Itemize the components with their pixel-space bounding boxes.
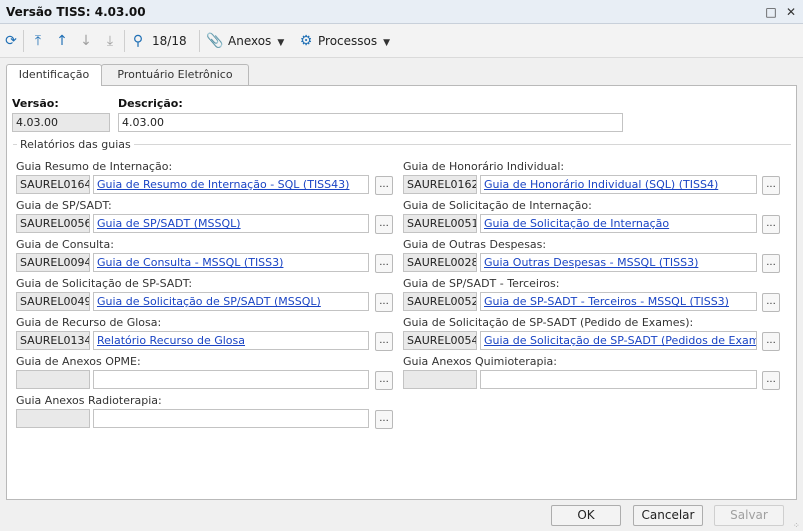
last-record-icon: ⤓: [106, 33, 114, 49]
lookup-button[interactable]: ...: [375, 215, 393, 234]
guide-code-field[interactable]: SAUREL0051: [403, 214, 477, 233]
version-label: Versão:: [12, 97, 59, 110]
guide-report-link[interactable]: Guia de Honorário Individual (SQL) (TISS…: [480, 175, 757, 194]
previous-record-icon[interactable]: ↑: [53, 30, 71, 52]
guide-report-link[interactable]: Guia de Solicitação de SP-SADT (Pedidos …: [480, 331, 757, 350]
lookup-button[interactable]: ...: [762, 371, 780, 390]
guide-label: Guia Anexos Radioterapia:: [16, 394, 162, 407]
guide-report-link[interactable]: [93, 370, 369, 389]
guide-code-field[interactable]: SAUREL0164: [16, 175, 90, 194]
tab-prontuario-eletronico[interactable]: Prontuário Eletrônico: [101, 64, 249, 85]
guide-code-field[interactable]: SAUREL0049: [16, 292, 90, 311]
identification-panel: Versão: 4.03.00 Descrição: 4.03.00 Relat…: [6, 85, 797, 500]
guide-code-field[interactable]: SAUREL0162: [403, 175, 477, 194]
guide-code-field[interactable]: SAUREL0028: [403, 253, 477, 272]
record-position: 18/18: [152, 34, 187, 48]
attachments-label: Anexos: [228, 34, 272, 48]
guide-label: Guia de SP/SADT - Terceiros:: [403, 277, 560, 290]
lookup-button[interactable]: ...: [762, 332, 780, 351]
close-icon[interactable]: ✕: [782, 3, 800, 21]
toolbar-separator: [23, 30, 24, 52]
lookup-button[interactable]: ...: [762, 215, 780, 234]
maximize-icon[interactable]: □: [762, 3, 780, 21]
guide-report-link[interactable]: [93, 409, 369, 428]
description-label: Descrição:: [118, 97, 183, 110]
gear-icon[interactable]: ⚙: [298, 30, 314, 52]
processes-label: Processos: [318, 34, 378, 48]
toolbar-separator: [199, 30, 200, 52]
lookup-button[interactable]: ...: [375, 176, 393, 195]
guide-report-link[interactable]: Guia de SP/SADT (MSSQL): [93, 214, 369, 233]
first-record-icon[interactable]: ⤒: [29, 30, 47, 52]
next-record-icon: ↓: [80, 33, 92, 49]
guide-code-field[interactable]: SAUREL0054: [403, 331, 477, 350]
version-field[interactable]: 4.03.00: [12, 113, 110, 132]
guide-report-link[interactable]: Guia de Solicitação de SP/SADT (MSSQL): [93, 292, 369, 311]
guide-code-field[interactable]: SAUREL0094: [16, 253, 90, 272]
guide-report-link[interactable]: Relatório Recurso de Glosa: [93, 331, 369, 350]
lookup-button[interactable]: ...: [375, 371, 393, 390]
guide-label: Guia de Recurso de Glosa:: [16, 316, 162, 329]
window-title: Versão TISS: 4.03.00: [6, 5, 146, 19]
refresh-icon[interactable]: ⟳: [2, 30, 20, 52]
guide-code-field[interactable]: [16, 370, 90, 389]
guide-code-field[interactable]: [403, 370, 477, 389]
lookup-button[interactable]: ...: [762, 293, 780, 312]
guide-report-link[interactable]: Guia de Resumo de Internação - SQL (TISS…: [93, 175, 369, 194]
guide-report-link[interactable]: Guia de Solicitação de Internação: [480, 214, 757, 233]
lookup-button[interactable]: ...: [375, 293, 393, 312]
guide-code-field[interactable]: SAUREL0056: [16, 214, 90, 233]
guide-label: Guia de Solicitação de SP-SADT (Pedido d…: [403, 316, 694, 329]
guide-report-link[interactable]: [480, 370, 757, 389]
processes-button[interactable]: Processos ▼: [318, 30, 390, 52]
chevron-down-icon: ▼: [277, 38, 285, 48]
cancel-button[interactable]: Cancelar: [633, 505, 703, 526]
lookup-button[interactable]: ...: [375, 254, 393, 273]
guide-report-link[interactable]: Guia de SP-SADT - Terceiros - MSSQL (TIS…: [480, 292, 757, 311]
toolbar-separator: [124, 30, 125, 52]
ok-button[interactable]: OK: [551, 505, 621, 526]
title-bar: Versão TISS: 4.03.00 □ ✕: [0, 0, 803, 24]
attachments-button[interactable]: Anexos ▼: [228, 30, 284, 52]
lookup-button[interactable]: ...: [762, 254, 780, 273]
tab-identificacao[interactable]: Identificação: [6, 64, 102, 86]
guide-report-link[interactable]: Guia de Consulta - MSSQL (TISS3): [93, 253, 369, 272]
guides-group-caption: Relatórios das guias: [17, 138, 134, 151]
lookup-button[interactable]: ...: [375, 332, 393, 351]
resize-grip-icon[interactable]: ⁘: [793, 521, 801, 530]
lookup-button[interactable]: ...: [762, 176, 780, 195]
guide-label: Guia de SP/SADT:: [16, 199, 112, 212]
guide-label: Guia Resumo de Internação:: [16, 160, 173, 173]
guide-report-link[interactable]: Guia Outras Despesas - MSSQL (TISS3): [480, 253, 757, 272]
guide-code-field[interactable]: SAUREL0052: [403, 292, 477, 311]
tab-label: Prontuário Eletrônico: [117, 68, 233, 81]
guide-label: Guia de Anexos OPME:: [16, 355, 141, 368]
chevron-down-icon: ▼: [383, 38, 391, 48]
toolbar: ⟳ ⤒ ↑ ↓ ⤓ ⚲ 18/18 📎 Anexos ▼ ⚙ Processos ▼: [0, 24, 803, 58]
lookup-button[interactable]: ...: [375, 410, 393, 429]
guide-label: Guia de Solicitação de Internação:: [403, 199, 592, 212]
save-button: Salvar: [714, 505, 784, 526]
guide-label: Guia de Honorário Individual:: [403, 160, 565, 173]
guide-label: Guia de Outras Despesas:: [403, 238, 547, 251]
guide-code-field[interactable]: SAUREL0134: [16, 331, 90, 350]
guide-label: Guia de Solicitação de SP-SADT:: [16, 277, 193, 290]
guide-label: Guia de Consulta:: [16, 238, 114, 251]
paperclip-icon[interactable]: 📎: [206, 30, 223, 52]
guide-label: Guia Anexos Quimioterapia:: [403, 355, 558, 368]
guide-code-field[interactable]: [16, 409, 90, 428]
description-field[interactable]: 4.03.00: [118, 113, 623, 132]
search-icon[interactable]: ⚲: [129, 30, 147, 52]
tab-label: Identificação: [18, 68, 90, 81]
